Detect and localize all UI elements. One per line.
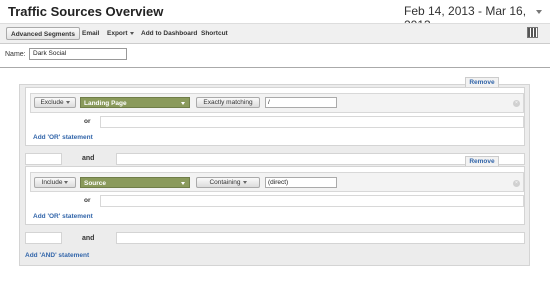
match-type-select[interactable]: Exactly matching	[196, 97, 260, 108]
chevron-down-icon	[129, 31, 134, 35]
remove-group-button[interactable]: Remove	[465, 77, 499, 87]
mode-label: Exclude	[40, 99, 64, 106]
chevron-down-icon	[65, 100, 70, 104]
or-label: or	[84, 118, 91, 125]
close-icon[interactable]: ×	[513, 100, 520, 107]
chevron-down-icon[interactable]	[536, 10, 542, 14]
export-button[interactable]: Export	[107, 27, 134, 40]
shortcut-button[interactable]: Shortcut	[201, 27, 228, 40]
dimension-select[interactable]: Source	[80, 177, 190, 188]
and-spacer	[25, 232, 62, 244]
and-spacer	[116, 232, 525, 244]
include-exclude-select[interactable]: Include	[34, 177, 76, 188]
close-icon[interactable]: ×	[513, 180, 520, 187]
divider	[0, 67, 550, 68]
page-title: Traffic Sources Overview	[8, 4, 164, 19]
add-and-statement-link[interactable]: Add 'AND' statement	[25, 252, 89, 259]
grid-icon[interactable]	[527, 27, 538, 38]
or-label: or	[84, 197, 91, 204]
add-to-dashboard-button[interactable]: Add to Dashboard	[141, 27, 197, 40]
chevron-down-icon	[242, 180, 247, 184]
value-input[interactable]: (direct)	[265, 177, 337, 188]
segment-name-input[interactable]: Dark Social	[29, 48, 127, 60]
chevron-down-icon	[181, 182, 185, 185]
add-or-statement-link[interactable]: Add 'OR' statement	[33, 134, 93, 141]
name-label: Name:	[5, 51, 26, 58]
and-spacer	[116, 153, 525, 165]
or-placeholder	[100, 116, 524, 128]
export-label: Export	[107, 30, 128, 37]
or-placeholder	[100, 195, 524, 207]
and-label: and	[82, 235, 95, 242]
value-input[interactable]: /	[265, 97, 337, 108]
match-label: Containing	[209, 179, 241, 186]
dimension-select[interactable]: Landing Page	[80, 97, 190, 108]
chevron-down-icon	[181, 102, 185, 105]
and-label: and	[82, 155, 95, 162]
advanced-segments-button[interactable]: Advanced Segments	[6, 27, 80, 40]
dimension-label: Source	[84, 180, 107, 187]
mode-label: Include	[41, 179, 63, 186]
add-or-statement-link[interactable]: Add 'OR' statement	[33, 213, 93, 220]
email-button[interactable]: Email	[82, 27, 99, 40]
include-exclude-select[interactable]: Exclude	[34, 97, 76, 108]
dimension-label: Landing Page	[84, 100, 127, 107]
chevron-down-icon	[64, 180, 69, 184]
match-type-select[interactable]: Containing	[196, 177, 260, 188]
and-spacer	[25, 153, 62, 165]
remove-group-button[interactable]: Remove	[465, 156, 499, 166]
